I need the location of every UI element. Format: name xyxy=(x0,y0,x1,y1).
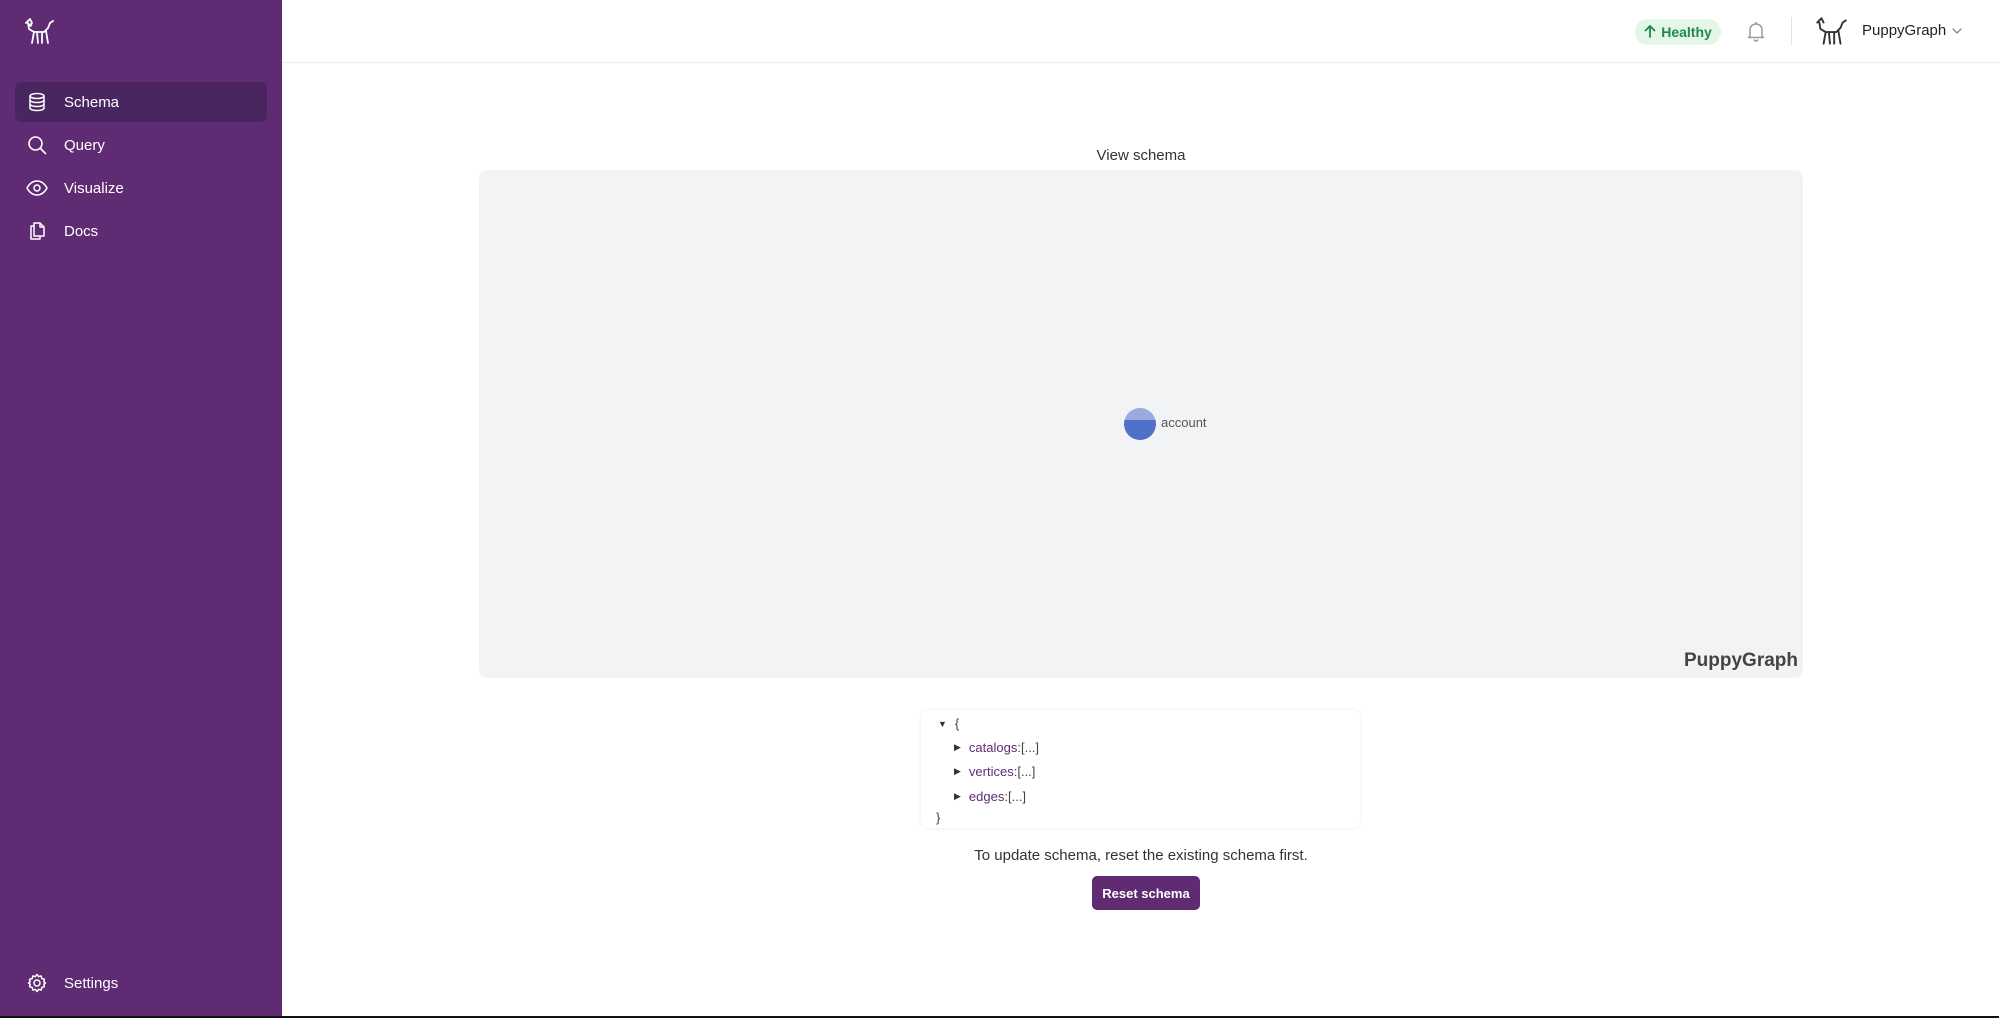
caret-right-icon[interactable]: ▶ xyxy=(954,742,961,753)
sidebar-item-docs[interactable]: Docs xyxy=(15,211,267,251)
sidebar-item-label: Visualize xyxy=(64,179,124,197)
puppy-avatar-icon[interactable] xyxy=(1813,13,1849,49)
eye-icon xyxy=(25,176,49,200)
caret-right-icon[interactable]: ▶ xyxy=(954,766,961,777)
puppy-logo-icon[interactable] xyxy=(22,14,56,48)
sidebar-item-label: Query xyxy=(64,136,105,154)
documents-icon xyxy=(25,219,49,243)
json-open-brace: { xyxy=(954,716,960,731)
search-icon xyxy=(25,133,49,157)
arrow-up-icon xyxy=(1644,24,1656,41)
divider xyxy=(1791,17,1792,45)
json-key: edges xyxy=(968,789,1005,804)
watermark: PuppyGraph xyxy=(1683,650,1798,671)
sidebar-item-visualize[interactable]: Visualize xyxy=(15,168,267,208)
json-value: [...] xyxy=(1020,740,1040,755)
user-name[interactable]: PuppyGraph xyxy=(1862,22,1946,39)
json-close: } xyxy=(936,810,940,825)
caret-down-icon[interactable]: ▼ xyxy=(938,719,947,729)
sidebar-item-settings[interactable]: Settings xyxy=(15,963,267,1003)
database-icon xyxy=(25,90,49,114)
status-badge: Healthy xyxy=(1635,19,1721,45)
sidebar-item-label: Docs xyxy=(64,222,99,240)
json-key: catalogs xyxy=(968,740,1018,755)
json-close-brace: } xyxy=(936,810,941,825)
sidebar-item-schema[interactable]: Schema xyxy=(15,82,267,122)
json-viewer: ▼ { ▶ catalogs: [...] ▶ vertices: [...] ▶ … xyxy=(921,710,1360,828)
caret-right-icon[interactable]: ▶ xyxy=(954,791,961,802)
top-bar xyxy=(282,0,1999,63)
json-entry[interactable]: ▶ catalogs: [...] xyxy=(954,740,1039,755)
json-entry[interactable]: ▶ vertices: [...] xyxy=(954,764,1035,779)
schema-graph-canvas[interactable]: account PuppyGraph xyxy=(479,170,1803,678)
page-title: View schema xyxy=(1096,147,1186,164)
graph-node[interactable] xyxy=(1124,408,1156,440)
json-value: [...] xyxy=(1017,764,1036,779)
status-label: Healthy xyxy=(1661,24,1712,40)
sidebar-item-label: Settings xyxy=(64,974,119,992)
sidebar-item-query[interactable]: Query xyxy=(15,125,267,165)
update-hint: To update schema, reset the existing sch… xyxy=(974,847,1308,864)
graph-node-label: account xyxy=(1161,415,1207,430)
json-key: vertices xyxy=(968,764,1014,779)
json-entry[interactable]: ▶ edges: [...] xyxy=(954,789,1026,804)
gear-icon xyxy=(25,971,49,995)
chevron-down-icon[interactable] xyxy=(1950,24,1964,38)
bell-icon[interactable] xyxy=(1744,19,1768,43)
json-root[interactable]: ▼ { xyxy=(938,716,959,731)
sidebar-item-label: Schema xyxy=(64,93,120,111)
json-value: [...] xyxy=(1007,789,1027,804)
sidebar: Schema Query Visualize Docs Settings xyxy=(0,0,282,1018)
reset-schema-button[interactable]: Reset schema xyxy=(1092,876,1200,910)
